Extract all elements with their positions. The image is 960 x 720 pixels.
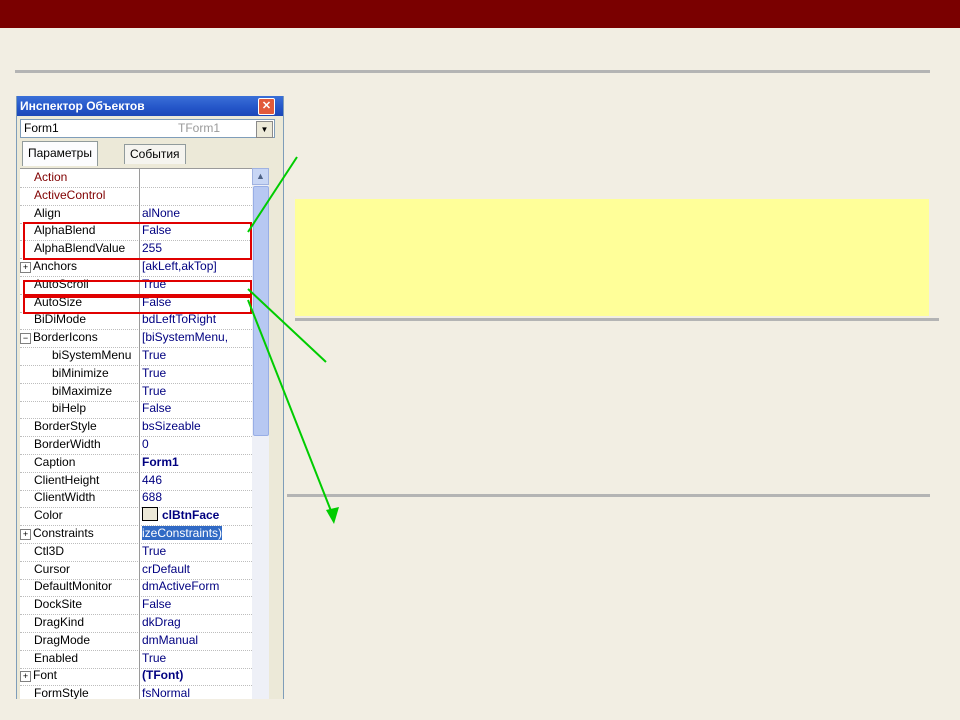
arrow-line-autosize — [247, 299, 334, 517]
annotation-arrows — [247, 156, 339, 524]
arrow-line-alphablend — [247, 156, 298, 233]
arrow-line-autoscroll — [247, 288, 327, 363]
arrowhead-icon — [326, 507, 339, 524]
